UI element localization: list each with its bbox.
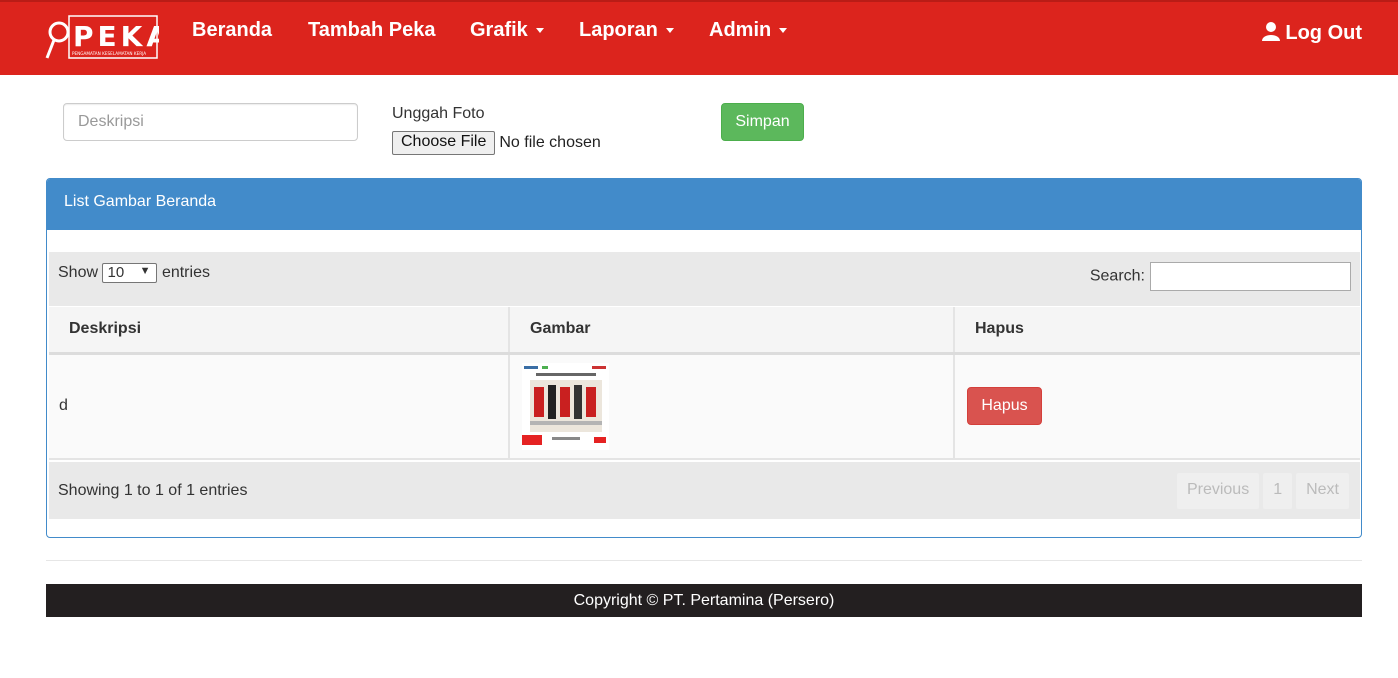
upload-photo-label: Unggah Foto xyxy=(392,105,485,122)
column-header-gambar[interactable]: Gambar xyxy=(509,307,955,355)
next-page-button[interactable]: Next xyxy=(1296,473,1349,509)
logout-link[interactable]: Log Out xyxy=(1261,21,1362,45)
previous-page-button[interactable]: Previous xyxy=(1176,473,1260,509)
table-footer: Showing 1 to 1 of 1 entries Previous 1 N… xyxy=(49,462,1360,519)
divider xyxy=(46,560,1362,561)
nav-tambah-peka[interactable]: Tambah Peka xyxy=(308,19,435,42)
column-header-deskripsi[interactable]: Deskripsi xyxy=(49,307,510,355)
table-row: d Hapus xyxy=(49,353,1360,460)
panel-title: List Gambar Beranda xyxy=(47,179,1361,230)
pagination: Previous 1 Next xyxy=(1176,473,1349,509)
description-input[interactable] xyxy=(63,103,358,141)
user-icon xyxy=(1262,22,1281,41)
caret-down-icon xyxy=(779,28,788,34)
search-label: Search: xyxy=(1089,267,1145,285)
caret-down-icon xyxy=(665,28,674,34)
caret-down-icon xyxy=(535,28,544,34)
table-search: Search: xyxy=(1090,262,1351,291)
file-input: Choose File No file chosen xyxy=(392,131,601,155)
show-label: Show xyxy=(58,264,99,282)
safety-poster-thumbnail[interactable] xyxy=(522,362,609,450)
nav-grafik-dropdown[interactable]: Grafik xyxy=(470,19,544,42)
select-arrow-icon: ▼ xyxy=(139,265,151,277)
nav-laporan-dropdown[interactable]: Laporan xyxy=(579,19,674,42)
logo-text: PEKA xyxy=(73,20,159,53)
entries-label: entries xyxy=(161,264,210,282)
table-info: Showing 1 to 1 of 1 entries xyxy=(58,482,248,499)
file-status-text: No file chosen xyxy=(499,134,601,151)
nav-beranda[interactable]: Beranda xyxy=(192,19,272,42)
page-length-select[interactable]: 10 ▼ xyxy=(102,263,158,283)
image-list-panel: List Gambar Beranda Show 10 ▼ entries Sea… xyxy=(46,178,1362,538)
page-1-button[interactable]: 1 xyxy=(1263,473,1293,509)
choose-file-button[interactable]: Choose File xyxy=(392,131,496,155)
row-description: d xyxy=(49,353,510,460)
column-header-hapus[interactable]: Hapus xyxy=(954,307,1360,355)
top-navbar: PEKA PENGAMATAN KESELAMATAN KERJA Berand… xyxy=(0,0,1398,75)
footer-copyright: Copyright © PT. Pertamina (Persero) xyxy=(46,584,1362,617)
delete-button[interactable]: Hapus xyxy=(967,387,1042,426)
row-actions: Hapus xyxy=(954,353,1360,460)
search-input[interactable] xyxy=(1150,262,1351,291)
table-controls: Show 10 ▼ entries Search: xyxy=(49,252,1360,306)
nav-admin-dropdown[interactable]: Admin xyxy=(709,19,788,42)
image-table: Deskripsi Gambar Hapus d Hapus xyxy=(49,307,1360,460)
save-button[interactable]: Simpan xyxy=(721,103,804,141)
peka-logo[interactable]: PEKA PENGAMATAN KESELAMATAN KERJA xyxy=(45,14,168,60)
row-image xyxy=(509,353,955,460)
page-length-control: Show 10 ▼ entries xyxy=(58,263,210,283)
logo-tagline: PENGAMATAN KESELAMATAN KERJA xyxy=(72,51,146,56)
